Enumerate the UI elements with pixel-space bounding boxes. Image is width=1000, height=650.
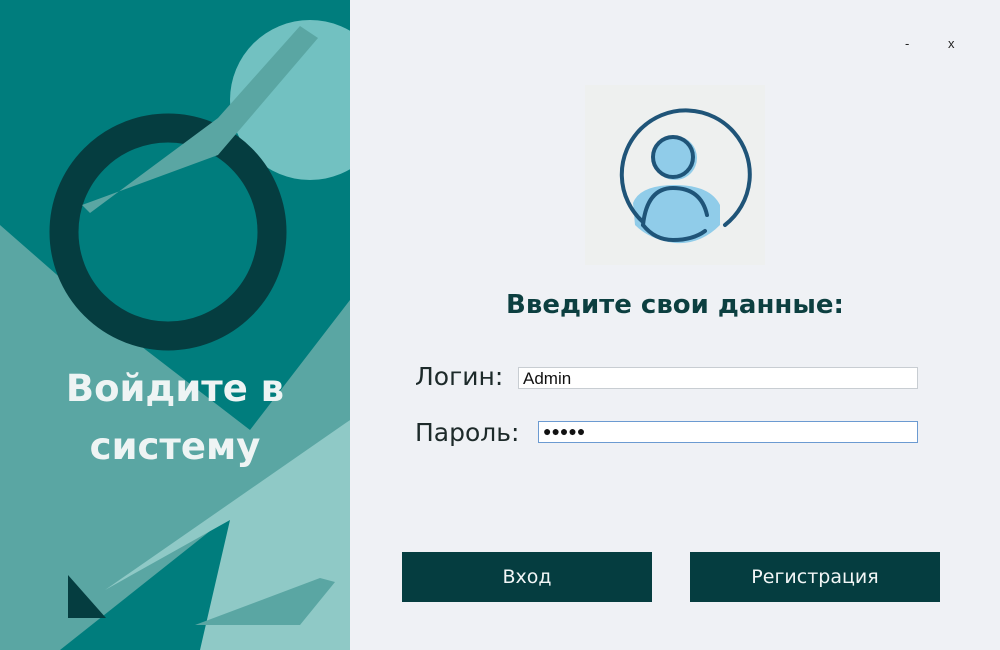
- welcome-line-1: Войдите в: [65, 367, 285, 410]
- welcome-heading: Войдите в систему: [0, 360, 350, 476]
- login-window: Войдите в систему - x Введите свои данны…: [0, 0, 1000, 650]
- password-label: Пароль:: [415, 418, 520, 447]
- avatar: [585, 85, 765, 265]
- user-avatar-icon: [619, 108, 752, 244]
- form-prompt: Введите свои данные:: [506, 290, 844, 320]
- decorative-shapes: [0, 20, 350, 650]
- close-button[interactable]: x: [948, 36, 955, 51]
- minimize-button[interactable]: -: [905, 36, 909, 51]
- login-label: Логин:: [415, 362, 504, 391]
- login-button[interactable]: Вход: [402, 552, 652, 602]
- left-decorative-panel: Войдите в систему: [0, 0, 350, 650]
- password-input[interactable]: ●●●●●: [538, 421, 918, 443]
- welcome-line-2: систему: [89, 425, 261, 468]
- register-button[interactable]: Регистрация: [690, 552, 940, 602]
- login-input[interactable]: Admin: [518, 367, 918, 389]
